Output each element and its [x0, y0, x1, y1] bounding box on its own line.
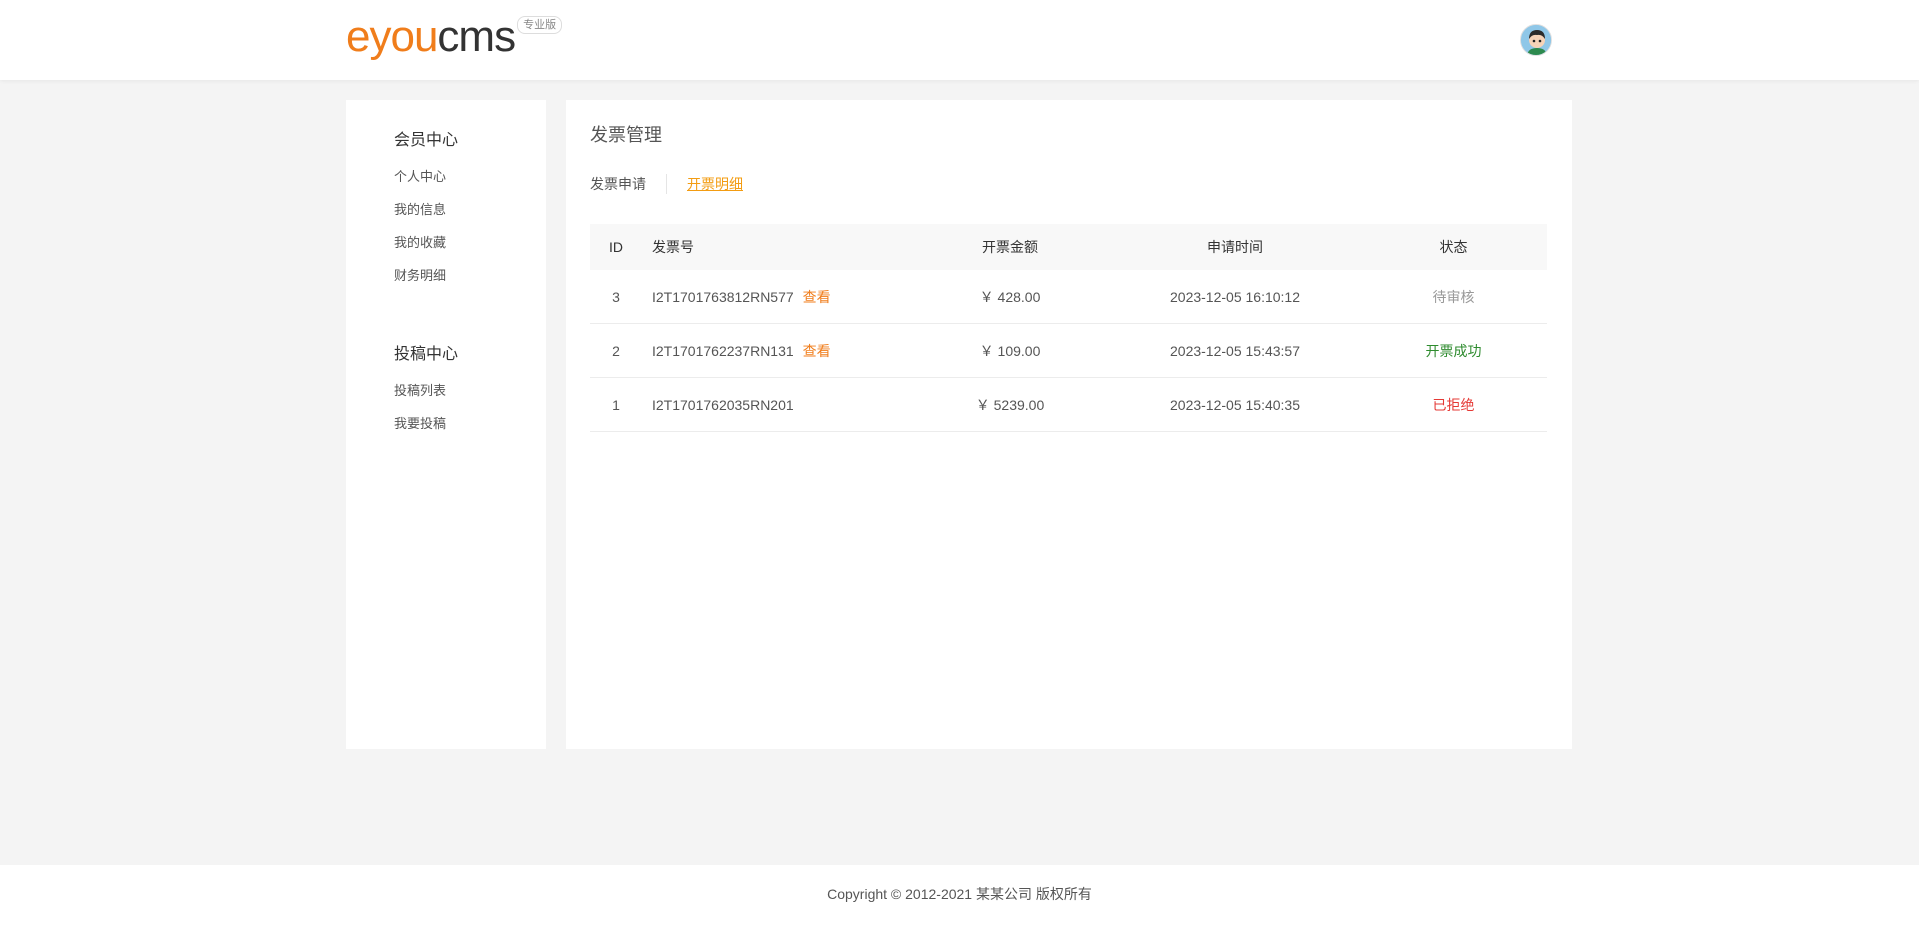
sidebar-group-title: 会员中心 [394, 132, 459, 149]
sidebar-item-my-favorites[interactable]: 我的收藏 [394, 235, 458, 251]
page-footer: Copyright © 2012-2021 某某公司 版权所有 [0, 865, 1919, 950]
status-label: 开票成功 [1425, 342, 1482, 359]
eyoucms-logo[interactable]: eyoucms 专业版 [346, 12, 563, 61]
row-time: 2023-12-05 16:10:12 [1170, 288, 1300, 305]
copyright-text: Copyright © 2012-2021 某某公司 版权所有 [827, 886, 1092, 902]
column-header-id: ID [609, 239, 623, 255]
row-invoice-no-cell: I2T1701763812RN577 查看 [642, 287, 910, 307]
tab-divider [666, 174, 667, 194]
sidebar-item-submission-list[interactable]: 投稿列表 [394, 383, 458, 399]
column-header-amount: 开票金额 [982, 239, 1038, 255]
view-invoice-link[interactable]: 查看 [803, 341, 831, 361]
table-row: 2 I2T1701762237RN131 查看 ￥ 109.00 2023-12… [590, 324, 1547, 378]
sidebar-group-submission-center: 投稿中心 投稿列表 我要投稿 [394, 345, 458, 449]
row-amount: ￥ 428.00 [979, 288, 1041, 305]
sidebar-item-submit-article[interactable]: 我要投稿 [394, 416, 458, 432]
row-time: 2023-12-05 15:43:57 [1170, 342, 1300, 359]
tab-invoice-apply[interactable]: 发票申请 [590, 174, 646, 194]
row-invoice-no: I2T1701762035RN201 [652, 396, 794, 413]
status-label: 已拒绝 [1432, 396, 1475, 413]
row-amount: ￥ 109.00 [979, 342, 1041, 359]
row-id: 1 [612, 396, 620, 413]
row-invoice-no-cell: I2T1701762035RN201 [642, 397, 910, 413]
row-id: 3 [612, 288, 620, 305]
table-header: ID 发票号 开票金额 申请时间 状态 [590, 224, 1547, 270]
sidebar-item-personal-center[interactable]: 个人中心 [394, 169, 458, 185]
member-sidebar: 会员中心 个人中心 我的信息 我的收藏 财务明细 投稿中心 投稿列表 我要投稿 [346, 100, 546, 749]
logo-text-eyou: eyou [346, 12, 438, 61]
top-header: eyoucms 专业版 [0, 0, 1919, 80]
sidebar-group-member-center: 会员中心 个人中心 我的信息 我的收藏 财务明细 [394, 131, 458, 301]
table-row: 3 I2T1701763812RN577 查看 ￥ 428.00 2023-12… [590, 270, 1547, 324]
tab-invoice-details[interactable]: 开票明细 [687, 174, 743, 194]
invoice-tabs: 发票申请 开票明细 [590, 174, 743, 194]
view-invoice-link[interactable]: 查看 [803, 287, 831, 307]
edition-badge: 专业版 [517, 16, 563, 34]
column-header-time: 申请时间 [1207, 239, 1263, 255]
table-row: 1 I2T1701762035RN201 ￥ 5239.00 2023-12-0… [590, 378, 1547, 432]
invoice-table: ID 发票号 开票金额 申请时间 状态 3 I2T1701763812RN577… [590, 224, 1547, 432]
sidebar-item-finance-details[interactable]: 财务明细 [394, 268, 458, 284]
row-amount: ￥ 5239.00 [975, 396, 1045, 413]
column-header-status: 状态 [1439, 239, 1468, 255]
row-invoice-no: I2T1701763812RN577 [652, 288, 794, 305]
user-avatar[interactable] [1520, 24, 1552, 56]
row-invoice-no: I2T1701762237RN131 [652, 342, 794, 359]
page-title: 发票管理 [590, 125, 662, 145]
logo-wordmark: eyoucms [346, 12, 516, 61]
status-label: 待审核 [1432, 288, 1475, 305]
row-time: 2023-12-05 15:40:35 [1170, 396, 1300, 413]
sidebar-item-my-info[interactable]: 我的信息 [394, 202, 458, 218]
row-invoice-no-cell: I2T1701762237RN131 查看 [642, 341, 910, 361]
sidebar-group-title: 投稿中心 [394, 346, 459, 363]
row-id: 2 [612, 342, 620, 359]
avatar-icon [1521, 25, 1551, 55]
logo-text-cms: cms [437, 12, 516, 61]
column-header-invoice-no: 发票号 [652, 239, 694, 255]
invoice-panel: 发票管理 发票申请 开票明细 ID 发票号 开票金额 申请时间 状态 3 I2T… [566, 100, 1572, 749]
